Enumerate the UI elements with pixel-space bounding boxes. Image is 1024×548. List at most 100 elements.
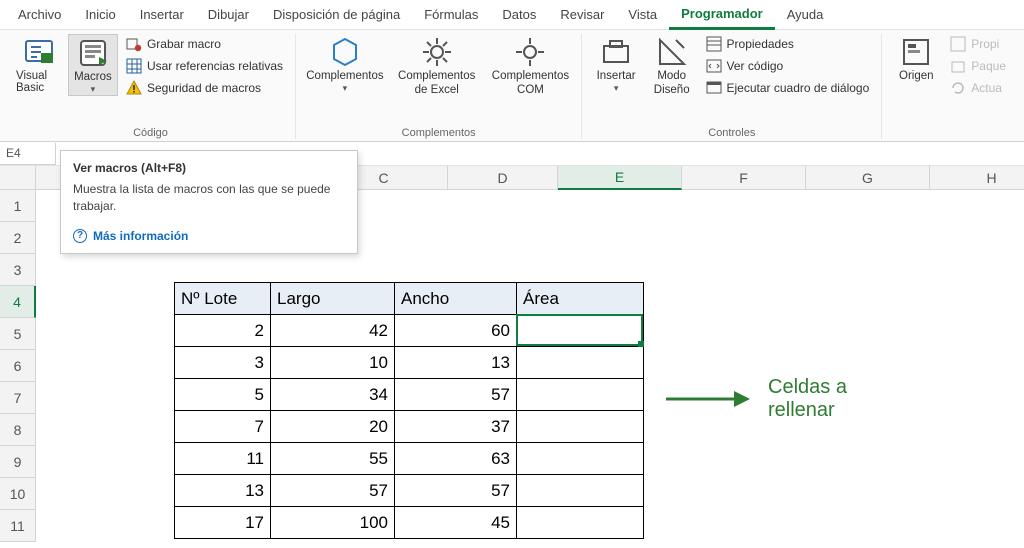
table-cell[interactable]: 57 — [395, 379, 517, 411]
row-header-10[interactable]: 10 — [0, 478, 36, 510]
com-addins-button[interactable]: Complementos COM — [488, 34, 574, 96]
tooltip-title: Ver macros (Alt+F8) — [73, 161, 345, 175]
table-header-cell[interactable]: Ancho — [395, 283, 517, 315]
table-cell[interactable]: 57 — [271, 475, 395, 507]
row-header-8[interactable]: 8 — [0, 414, 36, 446]
tab-programador[interactable]: Programador — [669, 0, 775, 30]
group-addins: Complementos ▾ Complementos de Excel Com… — [296, 34, 582, 139]
group-controls: Insertar ▾ Modo Diseño Propiedades Ver c… — [582, 34, 882, 139]
source-label: Origen — [899, 70, 934, 82]
record-macro-label: Grabar macro — [147, 37, 221, 51]
refresh-data-button: Actua — [946, 78, 1010, 98]
tooltip-link-label: Más información — [93, 229, 188, 243]
table-cell[interactable]: 13 — [395, 347, 517, 379]
table-cell[interactable]: 100 — [271, 507, 395, 539]
table-header-cell[interactable]: Área — [517, 283, 644, 315]
source-button[interactable]: Origen — [890, 34, 942, 82]
design-label2: Diseño — [654, 84, 690, 96]
group-label-addins: Complementos — [304, 125, 573, 139]
design-mode-button[interactable]: Modo Diseño — [646, 34, 698, 96]
macros-icon — [77, 37, 109, 69]
row-header-4[interactable]: 4 — [0, 286, 36, 318]
visual-basic-button[interactable]: Visual Basic — [14, 34, 64, 94]
excel-addins-button[interactable]: Complementos de Excel — [394, 34, 480, 96]
table-header-cell[interactable]: Nº Lote — [175, 283, 271, 315]
row-header-3[interactable]: 3 — [0, 254, 36, 286]
macros-button[interactable]: Macros ▾ — [68, 34, 118, 96]
table-cell[interactable]: 55 — [271, 443, 395, 475]
use-relative-refs-button[interactable]: Usar referencias relativas — [122, 56, 287, 76]
chevron-down-icon: ▾ — [343, 83, 348, 94]
tooltip-more-info-link[interactable]: ? Más información — [73, 229, 345, 243]
column-header-D[interactable]: D — [448, 166, 558, 190]
tab-datos[interactable]: Datos — [490, 1, 548, 28]
view-code-button[interactable]: Ver código — [702, 56, 874, 76]
column-header-G[interactable]: G — [806, 166, 930, 190]
help-icon: ? — [73, 229, 87, 243]
table-cell[interactable] — [517, 475, 644, 507]
row-header-11[interactable]: 11 — [0, 510, 36, 542]
tab-dibujar[interactable]: Dibujar — [196, 1, 261, 28]
macro-security-button[interactable]: Seguridad de macros — [122, 78, 287, 98]
column-header-E[interactable]: E — [558, 166, 682, 190]
properties-button[interactable]: Propiedades — [702, 34, 874, 54]
package-icon — [950, 58, 966, 74]
table-cell[interactable]: 11 — [175, 443, 271, 475]
tab-vista[interactable]: Vista — [616, 1, 669, 28]
table-cell[interactable]: 57 — [395, 475, 517, 507]
name-box[interactable] — [0, 143, 56, 165]
table-cell[interactable]: 5 — [175, 379, 271, 411]
tab-disposición-de-página[interactable]: Disposición de página — [261, 1, 412, 28]
table-cell[interactable]: 37 — [395, 411, 517, 443]
column-header-F[interactable]: F — [682, 166, 806, 190]
table-cell[interactable]: 13 — [175, 475, 271, 507]
table-cell[interactable]: 7 — [175, 411, 271, 443]
toolbox-icon — [600, 36, 632, 68]
table-cell[interactable] — [517, 379, 644, 411]
record-macro-button[interactable]: Grabar macro — [122, 34, 287, 54]
table-cell[interactable]: 17 — [175, 507, 271, 539]
tab-archivo[interactable]: Archivo — [6, 1, 73, 28]
macro-security-label: Seguridad de macros — [147, 81, 261, 95]
row-header-7[interactable]: 7 — [0, 382, 36, 414]
table-cell[interactable] — [517, 411, 644, 443]
addins-button[interactable]: Complementos ▾ — [304, 34, 386, 94]
tab-insertar[interactable]: Insertar — [128, 1, 196, 28]
table-cell[interactable]: 63 — [395, 443, 517, 475]
table-cell[interactable]: 42 — [271, 315, 395, 347]
table-row: 31013 — [175, 347, 644, 379]
tab-fórmulas[interactable]: Fórmulas — [412, 1, 490, 28]
table-cell[interactable]: 10 — [271, 347, 395, 379]
run-dialog-button[interactable]: Ejecutar cuadro de diálogo — [702, 78, 874, 98]
table-cell[interactable] — [517, 347, 644, 379]
row-header-2[interactable]: 2 — [0, 222, 36, 254]
table-cell[interactable]: 45 — [395, 507, 517, 539]
table-header-cell[interactable]: Largo — [271, 283, 395, 315]
row-header-9[interactable]: 9 — [0, 446, 36, 478]
table-cell[interactable] — [517, 443, 644, 475]
tab-revisar[interactable]: Revisar — [548, 1, 616, 28]
insert-button[interactable]: Insertar ▾ — [590, 34, 642, 94]
group-code: Visual Basic Macros ▾ Grabar macro Usar … — [6, 34, 296, 139]
column-header-H[interactable]: H — [930, 166, 1024, 190]
select-all-corner[interactable] — [0, 166, 36, 190]
properties-label: Propiedades — [727, 37, 794, 51]
gear-icon — [514, 36, 546, 68]
row-header-1[interactable]: 1 — [0, 190, 36, 222]
table-cell[interactable]: 20 — [271, 411, 395, 443]
record-icon — [126, 36, 142, 52]
tab-inicio[interactable]: Inicio — [73, 1, 127, 28]
table-cell[interactable]: 2 — [175, 315, 271, 347]
group-label-code: Código — [14, 125, 287, 139]
annotation-text: Celdas arellenar — [768, 376, 847, 422]
excel-addins-label2: de Excel — [415, 84, 459, 96]
table-cell[interactable] — [517, 507, 644, 539]
table-cell[interactable] — [517, 315, 644, 347]
table-cell[interactable]: 3 — [175, 347, 271, 379]
table-cell[interactable]: 34 — [271, 379, 395, 411]
group-label-xml — [890, 137, 1010, 139]
row-header-6[interactable]: 6 — [0, 350, 36, 382]
table-cell[interactable]: 60 — [395, 315, 517, 347]
tab-ayuda[interactable]: Ayuda — [775, 1, 836, 28]
row-header-5[interactable]: 5 — [0, 318, 36, 350]
